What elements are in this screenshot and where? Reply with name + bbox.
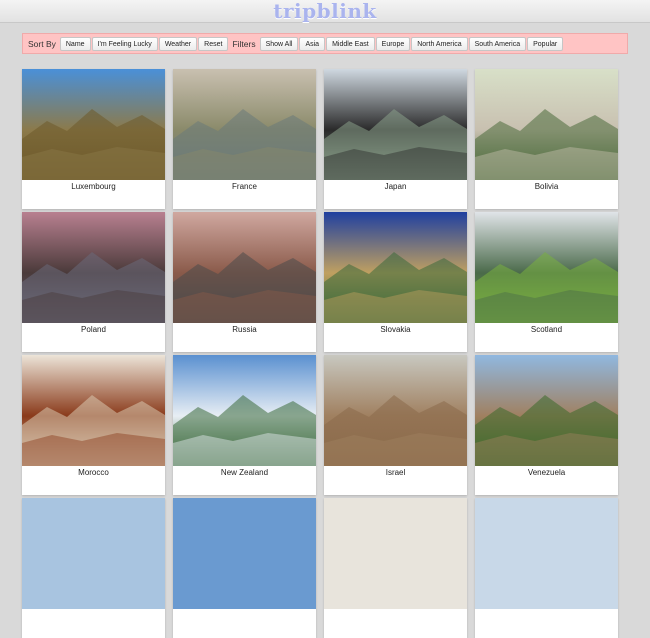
destination-name: Luxembourg: [71, 182, 116, 191]
destination-card[interactable]: [475, 498, 618, 638]
destination-card[interactable]: Venezuela: [475, 355, 618, 495]
destination-card[interactable]: Luxembourg: [22, 69, 165, 209]
destination-name: Israel: [385, 468, 406, 477]
destination-name: New Zealand: [220, 468, 269, 477]
sort-by-label: Sort By: [28, 38, 56, 49]
filter-asia-button[interactable]: Asia: [299, 36, 326, 51]
destination-photo[interactable]: [324, 498, 467, 609]
destination-card[interactable]: Russia: [173, 212, 316, 352]
reset-button[interactable]: Reset: [198, 36, 229, 51]
top-bar: tripblink: [0, 0, 650, 23]
destination-card[interactable]: Scotland: [475, 212, 618, 352]
destination-name: Russia: [232, 325, 257, 334]
destination-photo[interactable]: [22, 69, 165, 180]
destination-photo[interactable]: [22, 498, 165, 609]
destination-name: Poland: [81, 325, 106, 334]
destination-photo[interactable]: [173, 69, 316, 180]
destination-card[interactable]: Morocco: [22, 355, 165, 495]
destination-name: Scotland: [530, 325, 563, 334]
destination-name: Morocco: [78, 468, 109, 477]
destination-photo[interactable]: [475, 212, 618, 323]
destination-card[interactable]: [22, 498, 165, 638]
filter-middle-east-button[interactable]: Middle East: [326, 36, 375, 51]
destination-photo[interactable]: [173, 212, 316, 323]
destination-photo[interactable]: [173, 355, 316, 466]
sort-name-button[interactable]: Name: [59, 36, 91, 51]
destination-photo[interactable]: [324, 355, 467, 466]
destination-card[interactable]: [173, 498, 316, 638]
site-logo[interactable]: tripblink: [0, 0, 650, 23]
destination-card[interactable]: Slovakia: [324, 212, 467, 352]
destination-card[interactable]: Poland: [22, 212, 165, 352]
sort-weather-button[interactable]: Weather: [158, 36, 198, 51]
destination-photo[interactable]: [324, 212, 467, 323]
destination-name: Bolivia: [534, 182, 559, 191]
filter-show-all-button[interactable]: Show All: [259, 36, 299, 51]
filter-south-america-button[interactable]: South America: [468, 36, 527, 51]
destination-photo[interactable]: [475, 355, 618, 466]
destination-card[interactable]: New Zealand: [173, 355, 316, 495]
destination-card[interactable]: France: [173, 69, 316, 209]
filter-popular-button[interactable]: Popular: [527, 36, 564, 51]
sort-feeling-lucky-button[interactable]: I'm Feeling Lucky: [91, 36, 158, 51]
filter-north-america-button[interactable]: North America: [411, 36, 468, 51]
destination-photo[interactable]: [173, 498, 316, 609]
destination-photo[interactable]: [475, 69, 618, 180]
destination-name: Venezuela: [527, 468, 566, 477]
destination-photo[interactable]: [324, 69, 467, 180]
filter-toolbar: Sort By Name I'm Feeling Lucky Weather R…: [22, 33, 628, 54]
destination-card[interactable]: Israel: [324, 355, 467, 495]
destination-name: Japan: [384, 182, 407, 191]
destination-photo[interactable]: [22, 355, 165, 466]
destination-photo[interactable]: [22, 212, 165, 323]
filter-europe-button[interactable]: Europe: [375, 36, 411, 51]
filters-label: Filters: [232, 38, 256, 49]
destination-card[interactable]: Bolivia: [475, 69, 618, 209]
destination-photo[interactable]: [475, 498, 618, 609]
destination-name: Slovakia: [380, 325, 411, 334]
destination-card[interactable]: Japan: [324, 69, 467, 209]
destination-card[interactable]: [324, 498, 467, 638]
destination-name: France: [232, 182, 257, 191]
